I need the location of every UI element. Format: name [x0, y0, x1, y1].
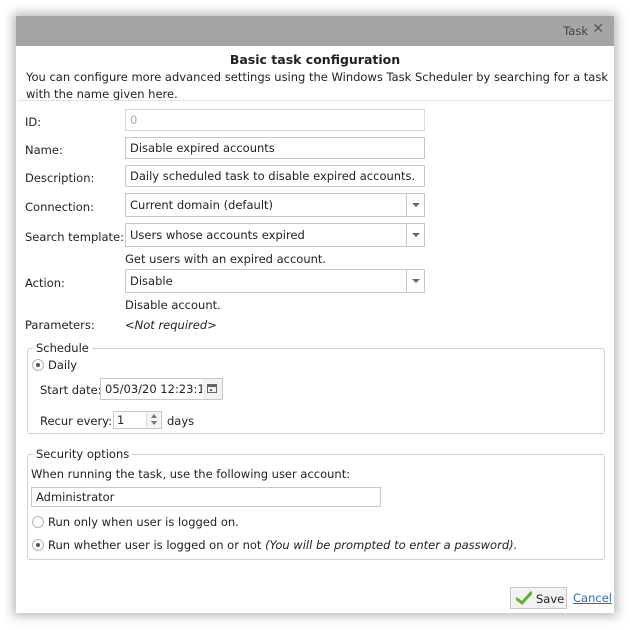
name-label: Name:	[25, 143, 63, 157]
chevron-down-icon[interactable]	[406, 224, 424, 246]
start-date-label: Start date:	[40, 383, 102, 397]
search-template-select[interactable]: Users whose accounts expired	[125, 223, 425, 247]
run-whether-label: Run whether user is logged on or not (Yo…	[48, 538, 517, 552]
run-whether-note: (You will be prompted to enter a passwor…	[265, 538, 518, 552]
run-logged-on-label: Run only when user is logged on.	[48, 515, 239, 529]
checkmark-icon	[516, 591, 532, 605]
description-field[interactable]: Daily scheduled task to disable expired …	[125, 165, 425, 187]
chevron-down-icon[interactable]	[406, 194, 424, 216]
connection-select[interactable]: Current domain (default)	[125, 193, 425, 217]
stepper-up-icon[interactable]	[151, 414, 157, 418]
title-bar: Task ✕	[16, 16, 614, 46]
recur-label: Recur every:	[40, 414, 113, 428]
run-whether-text: Run whether user is logged on or not	[48, 538, 262, 552]
stepper-down-icon[interactable]	[151, 421, 157, 425]
account-field[interactable]: Administrator	[31, 487, 381, 507]
search-template-value: Users whose accounts expired	[130, 228, 305, 242]
account-prompt: When running the task, use the following…	[31, 467, 351, 481]
window-title: Task	[563, 24, 588, 38]
calendar-icon	[207, 384, 217, 393]
start-date-value: 05/03/20 12:23:13	[105, 382, 212, 396]
daily-radio[interactable]	[32, 359, 44, 371]
name-field[interactable]: Disable expired accounts	[125, 137, 425, 159]
recur-stepper[interactable]: 1	[113, 411, 162, 429]
cancel-link[interactable]: Cancel	[573, 591, 612, 605]
recur-unit: days	[167, 414, 195, 428]
security-legend: Security options	[33, 447, 133, 461]
id-field: 0	[125, 109, 425, 131]
parameters-label: Parameters:	[25, 318, 95, 332]
schedule-legend: Schedule	[33, 341, 92, 355]
page-title: Basic task configuration	[229, 52, 401, 67]
save-label: Save	[536, 592, 565, 606]
connection-value: Current domain (default)	[130, 198, 274, 212]
daily-label: Daily	[48, 358, 78, 372]
chevron-down-icon[interactable]	[406, 270, 424, 292]
action-value: Disable	[130, 274, 173, 288]
action-label: Action:	[25, 276, 65, 290]
id-label: ID:	[25, 115, 42, 129]
intro-text: You can configure more advanced settings…	[26, 70, 608, 101]
parameters-value: <Not required>	[125, 318, 217, 332]
search-template-label: Search template:	[25, 230, 124, 244]
task-dialog: Task ✕ Basic task configuration You can …	[16, 16, 614, 613]
stepper-arrows[interactable]	[146, 412, 161, 428]
action-select[interactable]: Disable	[125, 269, 425, 293]
description-label: Description:	[25, 171, 95, 185]
search-template-hint: Get users with an expired account.	[125, 252, 327, 266]
connection-label: Connection:	[25, 200, 94, 214]
run-whether-radio[interactable]	[32, 539, 44, 551]
save-button[interactable]: Save	[510, 587, 567, 609]
close-icon[interactable]: ✕	[592, 21, 604, 37]
divider	[18, 100, 612, 101]
start-date-picker[interactable]: 05/03/20 12:23:13	[100, 378, 223, 400]
calendar-button[interactable]	[202, 379, 222, 399]
action-hint: Disable account.	[125, 298, 221, 312]
run-logged-on-radio[interactable]	[32, 516, 44, 528]
recur-value: 1	[117, 413, 125, 427]
